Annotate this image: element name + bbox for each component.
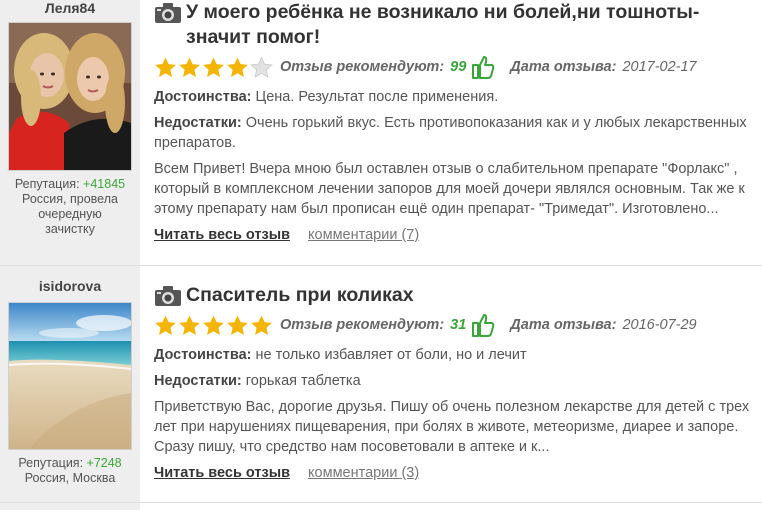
user-avatar[interactable] <box>8 302 132 450</box>
star-empty-icon <box>250 56 273 78</box>
star-filled-icon <box>203 56 224 77</box>
star-filled-icon <box>155 56 176 77</box>
star-filled-icon <box>155 314 176 335</box>
pros-label: Достоинства: <box>154 89 252 105</box>
star-filled-icon <box>227 314 248 335</box>
review-card: Леля84 Репутация: +41845 Россия, провела… <box>0 0 762 266</box>
cons: Недостатки: Очень горький вкус. Есть про… <box>154 113 754 153</box>
reputation: Репутация: +41845 <box>0 177 140 192</box>
review-excerpt: Всем Привет! Вчера мною был оставлен отз… <box>154 161 745 217</box>
cons-text: Очень горький вкус. Есть противопоказани… <box>154 115 747 151</box>
pros: Достоинства: Цена. Результат после приме… <box>154 87 754 107</box>
star-filled-icon <box>251 314 272 335</box>
star-filled-icon <box>179 314 200 335</box>
review-content: У моего ребёнка не возникало ни болей,ни… <box>154 0 754 243</box>
read-full-review-link[interactable]: Читать весь отзыв <box>154 465 290 481</box>
user-panel: Леля84 Репутация: +41845 Россия, провела… <box>0 0 140 266</box>
reputation-value: +7248 <box>86 456 122 470</box>
thumbs-up-icon[interactable] <box>470 312 496 338</box>
recommend-label: Отзыв рекомендуют: <box>280 59 445 75</box>
pros-label: Достоинства: <box>154 347 252 363</box>
review-meta: Отзыв рекомендуют: 99 Дата отзыва: 2017-… <box>154 53 754 81</box>
user-location: Россия, Москва <box>24 471 116 485</box>
date-value: 2016-07-29 <box>622 317 697 333</box>
read-full-review-link[interactable]: Читать весь отзыв <box>154 227 290 243</box>
cons-text: горькая таблетка <box>245 373 361 389</box>
rating-stars <box>154 56 274 79</box>
pros: Достоинства: не только избавляет от боли… <box>154 345 754 365</box>
rating-stars <box>154 314 274 337</box>
star-filled-icon <box>203 314 224 335</box>
reputation-label: Репутация: <box>14 177 80 191</box>
review-meta: Отзыв рекомендуют: 31 Дата отзыва: 2016-… <box>154 311 754 339</box>
pros-text: не только избавляет от боли, но и лечит <box>255 347 527 363</box>
username-link[interactable]: Леля84 <box>0 0 140 18</box>
date-label: Дата отзыва: <box>510 59 617 75</box>
photo-beach-icon <box>9 303 131 449</box>
cons: Недостатки: горькая таблетка <box>154 371 754 391</box>
cons-label: Недостатки: <box>154 373 242 389</box>
review-title-link[interactable]: Спаситель при коликах <box>186 283 414 308</box>
reputation-value: +41845 <box>83 177 126 191</box>
review-content: Спаситель при коликах Отзыв рекомендуют:… <box>154 266 754 481</box>
review-links: Читать весь отзыв комментарии (3) <box>154 465 754 481</box>
photo-two-women-icon <box>9 23 131 170</box>
user-avatar[interactable] <box>8 22 132 171</box>
reputation-label: Репутация: <box>18 456 84 470</box>
recommend-count: 31 <box>450 317 467 333</box>
thumbs-up-icon[interactable] <box>470 54 496 80</box>
review-links: Читать весь отзыв комментарии (7) <box>154 227 754 243</box>
reputation: Репутация: +7248 <box>0 456 140 471</box>
comments-link[interactable]: комментарии (3) <box>308 465 419 481</box>
review-card: isidorova Репутация: +7248 Россия, Москв… <box>0 266 762 510</box>
camera-icon <box>155 286 181 306</box>
cons-label: Недостатки: <box>154 115 242 131</box>
date-value: 2017-02-17 <box>622 59 697 75</box>
user-location: Россия, провела очередную зачистку <box>22 192 118 236</box>
recommend-label: Отзыв рекомендуют: <box>280 317 445 333</box>
user-panel: isidorova Репутация: +7248 Россия, Москв… <box>0 266 140 510</box>
review-excerpt: Приветствую Вас, дорогие друзья. Пишу об… <box>154 399 750 455</box>
star-filled-icon <box>227 56 248 77</box>
review-divider <box>0 502 762 503</box>
pros-text: Цена. Результат после применения. <box>255 89 499 105</box>
recommend-count: 99 <box>450 59 467 75</box>
username-link[interactable]: isidorova <box>0 278 140 300</box>
comments-link[interactable]: комментарии (7) <box>308 227 419 243</box>
review-title-link[interactable]: У моего ребёнка не возникало ни болей,ни… <box>186 0 754 50</box>
star-filled-icon <box>179 56 200 77</box>
date-label: Дата отзыва: <box>510 317 617 333</box>
camera-icon <box>155 3 181 23</box>
